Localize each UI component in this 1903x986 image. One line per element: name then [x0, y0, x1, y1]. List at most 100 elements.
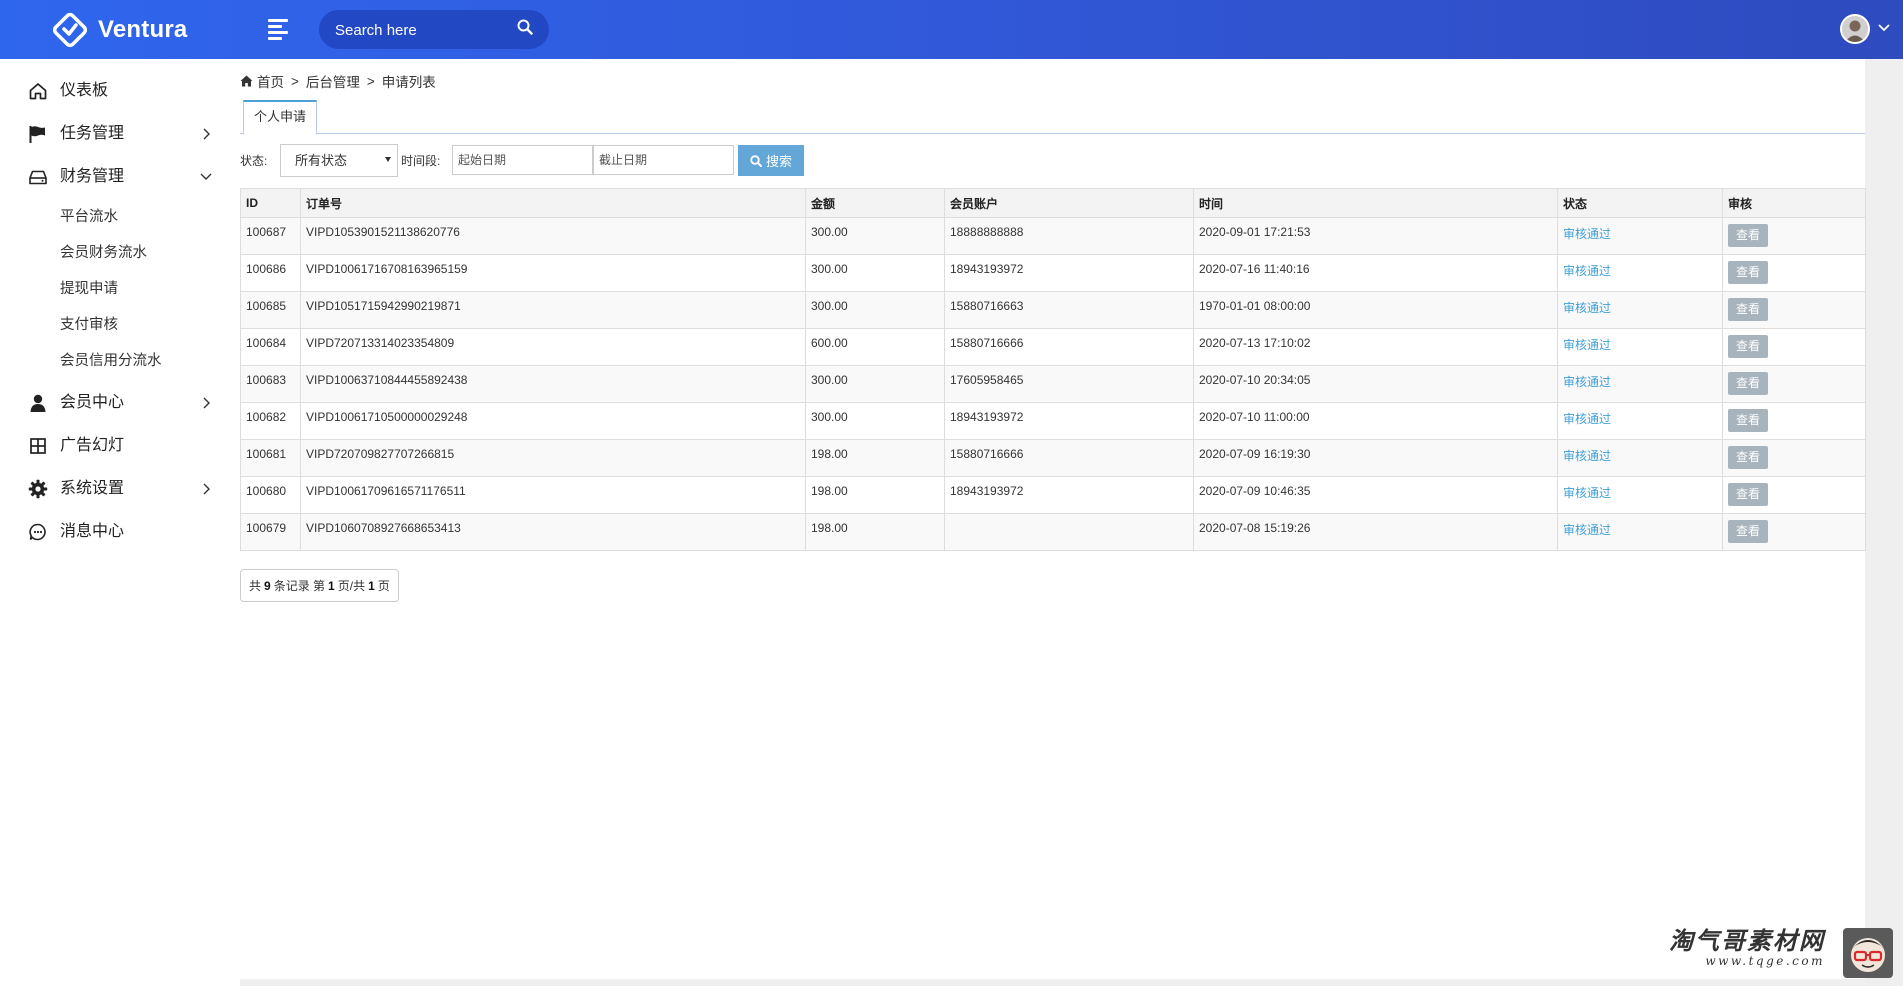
sidebar-item-members[interactable]: 会员中心	[0, 387, 240, 417]
cell-status: 审核通过	[1557, 291, 1723, 329]
status-link[interactable]: 审核通过	[1563, 486, 1611, 500]
caret-down-icon	[385, 157, 391, 162]
column-header-id[interactable]: ID	[240, 188, 301, 218]
tab-personal-application[interactable]: 个人申请	[243, 100, 318, 135]
sidebar-item-dashboard[interactable]: 仪表板	[0, 75, 240, 105]
breadcrumb-admin[interactable]: 后台管理	[306, 71, 360, 91]
avatar[interactable]	[1840, 14, 1870, 44]
cell-amount: 300.00	[805, 402, 945, 440]
search-button-label: 搜索	[765, 154, 792, 169]
sidebar-item-label: 会员中心	[60, 394, 125, 411]
view-button[interactable]: 查看	[1728, 372, 1768, 395]
status-link[interactable]: 审核通过	[1563, 227, 1611, 241]
search-box	[319, 10, 549, 49]
status-link[interactable]: 审核通过	[1563, 412, 1611, 426]
pager-current-page: 1	[328, 578, 335, 593]
period-filter-label: 时间段:	[401, 154, 441, 168]
sidebar-item-settings[interactable]: 系统设置	[0, 473, 240, 503]
drive-icon	[29, 170, 47, 185]
cell-order: VIPD10061710500000029248	[300, 402, 806, 440]
cell-account: 17605958465	[944, 365, 1194, 403]
view-button[interactable]: 查看	[1728, 446, 1768, 469]
table-row: 100686 VIPD10061716708163965159 300.00 1…	[240, 254, 1866, 292]
sidebar-item-finance[interactable]: 财务管理	[0, 161, 240, 191]
sidebar-subitem-payment-review[interactable]: 支付审核	[60, 316, 118, 334]
end-date-input[interactable]	[593, 145, 734, 175]
column-header-order[interactable]: 订单号	[300, 188, 806, 218]
sidebar-item-label: 任务管理	[60, 125, 125, 142]
right-gutter	[1865, 59, 1903, 986]
sidebar-subitem-platform-flow[interactable]: 平台流水	[60, 208, 118, 226]
watermark-logo-icon	[1843, 928, 1893, 978]
sidebar-subitem-withdraw-requests[interactable]: 提现申请	[60, 280, 118, 298]
column-header-review[interactable]: 审核	[1722, 188, 1866, 218]
search-icon[interactable]	[517, 19, 533, 35]
column-header-amount[interactable]: 金额	[805, 188, 945, 218]
cell-review: 查看	[1722, 217, 1866, 255]
cell-time: 2020-07-08 15:19:26	[1193, 513, 1558, 551]
cell-review: 查看	[1722, 402, 1866, 440]
user-icon	[30, 394, 46, 412]
pager-total: 9	[264, 578, 271, 593]
tab-bar: 个人申请	[240, 100, 1865, 135]
view-button[interactable]: 查看	[1728, 298, 1768, 321]
status-link[interactable]: 审核通过	[1563, 301, 1611, 315]
table-row: 100680 VIPD10061709616571176511 198.00 1…	[240, 476, 1866, 514]
breadcrumb-home[interactable]: 首页	[257, 71, 284, 91]
chevron-down-icon	[200, 173, 212, 180]
sidebar-subitem-credit-flow[interactable]: 会员信用分流水	[60, 352, 162, 370]
cell-account: 18943193972	[944, 476, 1194, 514]
search-input[interactable]	[335, 19, 505, 41]
brand[interactable]: Ventura	[50, 10, 187, 50]
view-button[interactable]: 查看	[1728, 224, 1768, 247]
view-button[interactable]: 查看	[1728, 483, 1768, 506]
cell-id: 100687	[240, 217, 301, 255]
cell-amount: 300.00	[805, 291, 945, 329]
top-bar: Ventura	[0, 0, 1903, 59]
view-button[interactable]: 查看	[1728, 261, 1768, 284]
status-select[interactable]: 所有状态	[280, 144, 398, 177]
status-link[interactable]: 审核通过	[1563, 449, 1611, 463]
cell-time: 2020-07-16 11:40:16	[1193, 254, 1558, 292]
chevron-down-icon[interactable]	[1878, 24, 1890, 32]
status-link[interactable]: 审核通过	[1563, 523, 1611, 537]
watermark: 淘气哥素材网 www.tqge.com	[1665, 928, 1825, 969]
column-header-time[interactable]: 时间	[1193, 188, 1558, 218]
cell-id: 100684	[240, 328, 301, 366]
sidebar-item-label: 消息中心	[60, 523, 125, 540]
column-header-status[interactable]: 状态	[1557, 188, 1723, 218]
status-link[interactable]: 审核通过	[1563, 264, 1611, 278]
chevron-right-icon	[203, 397, 210, 409]
cell-review: 查看	[1722, 476, 1866, 514]
view-button[interactable]: 查看	[1728, 409, 1768, 432]
search-button[interactable]: 搜索	[738, 145, 804, 176]
menu-toggle-icon[interactable]	[268, 19, 290, 40]
cell-amount: 198.00	[805, 476, 945, 514]
view-button[interactable]: 查看	[1728, 520, 1768, 543]
cell-account: 15880716663	[944, 291, 1194, 329]
cell-account: 15880716666	[944, 439, 1194, 477]
cell-order: VIPD10063710844455892438	[300, 365, 806, 403]
view-button[interactable]: 查看	[1728, 335, 1768, 358]
search-icon	[750, 154, 762, 167]
sidebar-item-tasks[interactable]: 任务管理	[0, 118, 240, 148]
status-link[interactable]: 审核通过	[1563, 338, 1611, 352]
cell-id: 100682	[240, 402, 301, 440]
status-link[interactable]: 审核通过	[1563, 375, 1611, 389]
sidebar-subitem-member-finance-flow[interactable]: 会员财务流水	[60, 244, 147, 262]
cell-review: 查看	[1722, 328, 1866, 366]
column-header-account[interactable]: 会员账户	[944, 188, 1194, 218]
cell-time: 2020-07-10 20:34:05	[1193, 365, 1558, 403]
home-icon[interactable]	[240, 75, 253, 87]
avatar-icon	[1842, 16, 1868, 42]
pager-mid2: 页/共	[337, 579, 366, 593]
sidebar-item-label: 广告幻灯	[60, 437, 125, 454]
sidebar-item-ads[interactable]: 广告幻灯	[0, 430, 240, 460]
start-date-input[interactable]	[452, 145, 593, 175]
home-icon	[29, 83, 47, 100]
sidebar-item-messages[interactable]: 消息中心	[0, 516, 240, 546]
cell-status: 审核通过	[1557, 217, 1723, 255]
cell-time: 2020-07-10 11:00:00	[1193, 402, 1558, 440]
flag-icon	[29, 126, 45, 143]
breadcrumb-separator: >	[291, 73, 299, 89]
